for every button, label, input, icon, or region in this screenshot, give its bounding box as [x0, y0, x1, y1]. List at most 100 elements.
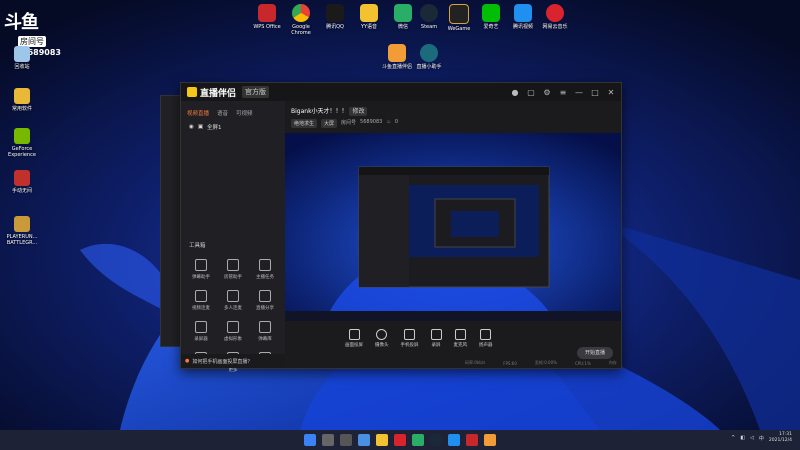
desktop-icon-helper[interactable]: 直播小助手 [414, 44, 444, 70]
tab-visual[interactable]: 可视频 [236, 109, 253, 117]
desktop-icon-steam[interactable]: Steam [414, 4, 444, 30]
desktop-icon-wps[interactable]: WPS Office [252, 4, 282, 30]
desktop-icon-streamer[interactable]: 斗鱼直播伴侣 [382, 44, 412, 70]
menu-icon[interactable]: ≡ [559, 88, 567, 97]
desktop-icon-recycle-bin[interactable]: 回收站 [0, 46, 44, 70]
title-bar: 直播伴侣 官方版 ● ▢ ⚙ ≡ — □ ✕ [181, 83, 621, 101]
multi-link-icon [227, 290, 239, 302]
search-icon[interactable] [322, 434, 334, 446]
recorder-icon [195, 321, 207, 333]
tab-voice[interactable]: 语音 [217, 109, 228, 117]
settings-icon[interactable]: ⚙ [543, 88, 551, 97]
status-bar: 码率:0kb/s FPS:60 丢帧:0.00% CPU:1% 内存 [465, 360, 617, 366]
danmaku-icon [195, 259, 207, 271]
avatar[interactable]: ● [511, 88, 519, 97]
version-badge: 官方版 [242, 86, 270, 98]
start-icon[interactable] [304, 434, 316, 446]
tool-item[interactable]: 虚拟形象 [217, 321, 249, 342]
netease-music-taskbar-icon[interactable] [394, 434, 406, 446]
wps-icon [258, 4, 276, 22]
desktop-icon-netease-music[interactable]: 网易云音乐 [540, 4, 570, 30]
room-label: 房间号 [341, 120, 357, 126]
message-icon[interactable]: ▢ [527, 88, 535, 97]
category-tag[interactable]: 绝地求生 [291, 119, 318, 128]
qq-icon [326, 4, 344, 22]
desktop-icon-iqiyi[interactable]: 爱奇艺 [476, 4, 506, 30]
camera-icon [376, 328, 388, 340]
volume-icon[interactable]: ◁ [750, 435, 754, 441]
app-taskbar-icon[interactable] [466, 434, 478, 446]
bolt-icon [187, 87, 197, 97]
desktop-icon-game[interactable]: 手动无间 [0, 170, 44, 194]
tray-chevron-icon[interactable]: ^ [731, 435, 735, 441]
taskbar: ^ ◧ ◁ 中 17:31 2021/12/4 [0, 430, 800, 450]
ime-indicator[interactable]: 中 [759, 435, 764, 442]
steam-icon [420, 4, 438, 22]
phone-cast-button[interactable]: 手机投屏 [401, 328, 419, 348]
help-link[interactable]: ● 如何把手机画面投屏直播？ [181, 354, 289, 368]
tencent-video-icon [514, 4, 532, 22]
speaker-button[interactable]: 扬声器 [479, 328, 493, 348]
left-panel: 视频直播 语音 可视频 ◉ ▣ 全屏1 工具箱 弹幕助手 房管助手 主播任务 视… [181, 101, 289, 373]
wechat-taskbar-icon[interactable] [412, 434, 424, 446]
task-view-icon[interactable] [340, 434, 352, 446]
folder-icon [14, 88, 30, 104]
desktop-icon-geforce[interactable]: GeForce Experience [0, 128, 44, 158]
explorer-icon[interactable] [376, 434, 388, 446]
wechat-icon [394, 4, 412, 22]
widgets-icon[interactable] [358, 434, 370, 446]
screen-share-button[interactable]: 画面投屏 [345, 328, 363, 348]
tool-item[interactable]: 弹幕助手 [185, 259, 217, 280]
helper-icon [420, 44, 438, 62]
camera-button[interactable]: 摄像头 [375, 328, 389, 348]
pubg-icon [14, 216, 30, 232]
record-button[interactable]: 录屏 [430, 328, 442, 348]
close-button[interactable]: ✕ [607, 88, 615, 97]
maximize-button[interactable]: □ [591, 88, 599, 97]
system-tray: ^ ◧ ◁ 中 17:31 2021/12/4 [731, 432, 792, 444]
phone-icon [404, 328, 415, 340]
netease-music-icon [546, 4, 564, 22]
tool-item[interactable]: 房管助手 [217, 259, 249, 280]
admin-icon [227, 259, 239, 271]
network-icon[interactable]: ◧ [740, 435, 745, 441]
tool-item[interactable]: 直播分享 [249, 290, 281, 311]
tool-item[interactable]: 弹幕库 [249, 321, 281, 342]
streamer-app-icon [388, 44, 406, 62]
speaker-icon [480, 328, 492, 340]
desktop-icon-wegame[interactable]: WeGame [444, 4, 474, 32]
eye-icon[interactable]: ◉ [189, 124, 194, 130]
task-icon [259, 259, 271, 271]
tab-video-live[interactable]: 视频直播 [187, 109, 209, 117]
stream-preview[interactable] [285, 133, 621, 321]
wegame-icon [449, 4, 469, 24]
streaming-app-window: 直播伴侣 官方版 ● ▢ ⚙ ≡ — □ ✕ 视频直播 语音 可视频 ◉ ▣ 全… [180, 82, 622, 373]
tool-item[interactable]: 多人连麦 [217, 290, 249, 311]
desktop-icon-chrome[interactable]: Google Chrome [286, 4, 316, 36]
stream-title: Bigank小天才！！！ [291, 108, 348, 115]
app-logo: 直播伴侣 [187, 86, 236, 99]
brand-mark: 斗鱼 [4, 12, 39, 33]
tool-item[interactable]: 主播任务 [249, 259, 281, 280]
screen-tag[interactable]: 大屏 [321, 119, 338, 128]
avatar-icon [227, 321, 239, 333]
minimize-button[interactable]: — [575, 88, 583, 97]
edge-icon[interactable] [448, 434, 460, 446]
microphone-button[interactable]: 麦克风 [454, 328, 467, 348]
tool-item[interactable]: 视频连麦 [185, 290, 217, 311]
desktop-icon-pubg[interactable]: PLAYERUN... BATTLEGR... [0, 216, 44, 246]
desktop-icon-tencent-video[interactable]: 腾讯视频 [508, 4, 538, 30]
tool-item[interactable]: 录屏器 [185, 321, 217, 342]
desktop-icon-folder[interactable]: 常用软件 [0, 88, 44, 112]
desktop-icon-yy[interactable]: YY语音 [354, 4, 384, 30]
chrome-icon [292, 4, 310, 22]
steam-taskbar-icon[interactable] [430, 434, 442, 446]
clock[interactable]: 17:31 2021/12/4 [769, 432, 792, 444]
recycle-bin-icon [14, 46, 30, 62]
edit-title-button[interactable]: 修改 [349, 107, 368, 116]
record-icon [430, 328, 442, 340]
lock-icon[interactable]: ▣ [198, 124, 203, 130]
desktop-icon-qq[interactable]: 腾讯QQ [320, 4, 350, 30]
streamer-taskbar-icon[interactable] [484, 434, 496, 446]
scene-row[interactable]: ◉ ▣ 全屏1 [181, 121, 285, 133]
